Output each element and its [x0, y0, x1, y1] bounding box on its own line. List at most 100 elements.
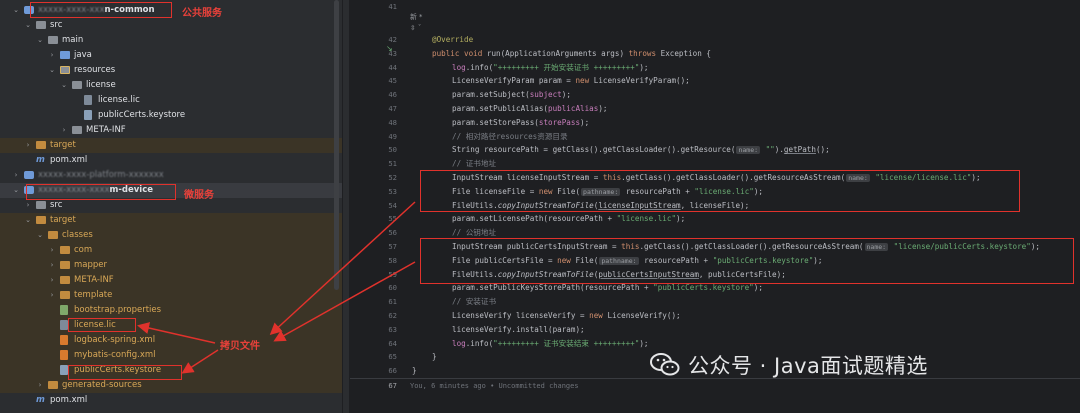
code-line[interactable]: param.setSubject(subject); [452, 89, 571, 101]
chevron-right-icon[interactable]: › [48, 273, 56, 288]
code-line[interactable]: LicenseVerify licenseVerify = new Licens… [452, 310, 681, 322]
publiccerts-code-highlight-box [420, 238, 1074, 284]
tree-row-main[interactable]: ⌄ main [0, 33, 342, 48]
code-line[interactable]: // 证书地址 [452, 158, 496, 170]
chevron-right-icon[interactable]: › [24, 198, 32, 213]
chevron-right-icon[interactable]: › [24, 138, 32, 153]
line-number: 50 [388, 145, 397, 155]
chevron-right-icon[interactable]: › [12, 168, 20, 183]
chevron-down-icon[interactable]: ⌄ [48, 63, 56, 78]
code-line[interactable]: } [412, 365, 417, 377]
tree-row-publiccerts-keystore[interactable]: publicCerts.keystore [0, 108, 342, 123]
tree-row-pom-xml[interactable]: m pom.xml [0, 153, 342, 168]
chevron-down-icon[interactable]: ⌄ [12, 3, 20, 18]
chevron-down-icon[interactable]: ⌄ [36, 228, 44, 243]
tree-row-license[interactable]: ⌄ license [0, 78, 342, 93]
tree-row-mybatis-config-xml[interactable]: mybatis-config.xml [0, 348, 342, 363]
tree-row-meta-inf[interactable]: › META-INF [0, 123, 342, 138]
tree-row-platform-module[interactable]: › xxxxx-xxxx-platform-xxxxxxx [0, 168, 342, 183]
chevron-down-icon[interactable]: ⌄ [60, 78, 68, 93]
tree-row-text: src [50, 200, 63, 210]
line-number: 64 [388, 338, 397, 348]
code-line[interactable]: LicenseVerifyParam param = new LicenseVe… [452, 75, 690, 87]
tree-row-meta-inf[interactable]: › META-INF [0, 273, 342, 288]
license-lic-highlight-box [68, 318, 136, 332]
line-number: 57 [388, 242, 397, 251]
tree-row-text: target [50, 140, 76, 150]
code-line[interactable]: log.info("+++++++++ 开始安装证书 +++++++++"); [452, 62, 648, 74]
tree-row-com[interactable]: › com [0, 243, 342, 258]
code-line[interactable]: licenseVerify.install(param); [452, 324, 585, 336]
code-line[interactable]: param.setPublicAlias(publicAlias); [452, 103, 607, 115]
tree-row-text: logback-spring.xml [74, 335, 156, 345]
line-number: 54 [388, 200, 397, 210]
run-gutter-icon[interactable]: ↘ [386, 44, 393, 53]
line-number: 61 [388, 297, 397, 307]
tree-row-label: META-INF [86, 123, 126, 138]
file-icon: m [36, 155, 45, 165]
file-icon [60, 335, 68, 345]
tree-row-text: java [74, 50, 92, 60]
tree-row-java[interactable]: › java [0, 48, 342, 63]
code-line[interactable]: // 安装证书 [452, 296, 496, 308]
watermark-text: 公众号 · Java面试题精选 [688, 354, 928, 378]
code-line[interactable]: // 相对路径resources资源目录 [452, 131, 568, 143]
tree-row-logback-spring-xml[interactable]: logback-spring.xml [0, 333, 342, 348]
panel-splitter[interactable] [342, 0, 350, 413]
line-number: 45 [388, 76, 397, 86]
tree-row-src[interactable]: › src [0, 198, 342, 213]
code-line[interactable]: log.info("+++++++++ 证书安装结束 +++++++++"); [452, 338, 648, 350]
folder-icon [60, 51, 70, 59]
chevron-down-icon[interactable]: ⌄ [24, 213, 32, 228]
tree-row-mapper[interactable]: › mapper [0, 258, 342, 273]
tree-row-generated-sources[interactable]: › generated-sources [0, 378, 342, 393]
tree-row-src[interactable]: ⌄ src [0, 18, 342, 33]
tree-row-resources[interactable]: ⌄ resources [0, 63, 342, 78]
tree-row-label: template [74, 288, 112, 303]
chevron-down-icon[interactable]: ⌄ [24, 18, 32, 33]
tree-row-bootstrap-properties[interactable]: bootstrap.properties [0, 303, 342, 318]
tree-row-label: mapper [74, 258, 107, 273]
code-line[interactable]: param.setLicensePath(resourcePath + "lic… [452, 213, 685, 225]
line-number: 52 [388, 173, 397, 182]
code-line[interactable]: } [432, 351, 437, 363]
project-tree-scrollbar[interactable] [334, 0, 339, 290]
tree-row-label: resources [74, 63, 115, 78]
code-line[interactable]: String resourcePath = getClass().getClas… [452, 144, 830, 156]
file-icon [60, 320, 68, 330]
tree-row-license-lic[interactable]: license.lic [0, 93, 342, 108]
tree-row-label: mybatis-config.xml [74, 348, 156, 363]
line-number: 63 [388, 324, 397, 334]
tree-row-license-lic[interactable]: license.lic [0, 318, 342, 333]
chevron-right-icon[interactable]: › [48, 258, 56, 273]
chevron-right-icon[interactable]: › [48, 243, 56, 258]
line-number: 51 [388, 159, 397, 169]
code-line[interactable]: public void run(ApplicationArguments arg… [432, 48, 711, 60]
chevron-down-icon[interactable]: ⌄ [36, 33, 44, 48]
tree-row-target[interactable]: ⌄ target [0, 213, 342, 228]
folder-icon [48, 381, 58, 389]
chevron-right-icon[interactable]: › [48, 48, 56, 63]
tree-row-target[interactable]: › target [0, 138, 342, 153]
chevron-right-icon[interactable]: › [60, 123, 68, 138]
git-blame-inline: You, 6 minutes ago • Uncommitted changes [410, 382, 579, 390]
folder-icon [72, 126, 82, 134]
code-line[interactable]: param.setPublicKeysStorePath(resourcePat… [452, 282, 763, 294]
tree-row-label: publicCerts.keystore [98, 108, 185, 123]
tree-row-label: src [50, 198, 62, 213]
tree-row-text: main [62, 35, 84, 45]
annotation-micro-service: 微服务 [184, 190, 214, 201]
tree-row-classes[interactable]: ⌄ classes [0, 228, 342, 243]
code-line[interactable]: param.setStorePass(storePass); [452, 117, 589, 129]
tree-row-text: template [74, 290, 113, 300]
chevron-right-icon[interactable]: › [36, 378, 44, 393]
tree-row-label: com [74, 243, 92, 258]
tree-row-label: classes [62, 228, 93, 243]
tree-row-template[interactable]: › template [0, 288, 342, 303]
chevron-down-icon[interactable]: ⌄ [12, 183, 20, 198]
chevron-right-icon[interactable]: › [48, 288, 56, 303]
tree-row-pom-xml[interactable]: m pom.xml [0, 393, 342, 408]
code-line[interactable]: @Override [432, 34, 473, 46]
line-number: 66 [388, 366, 397, 376]
line-number: 56 [388, 228, 397, 238]
